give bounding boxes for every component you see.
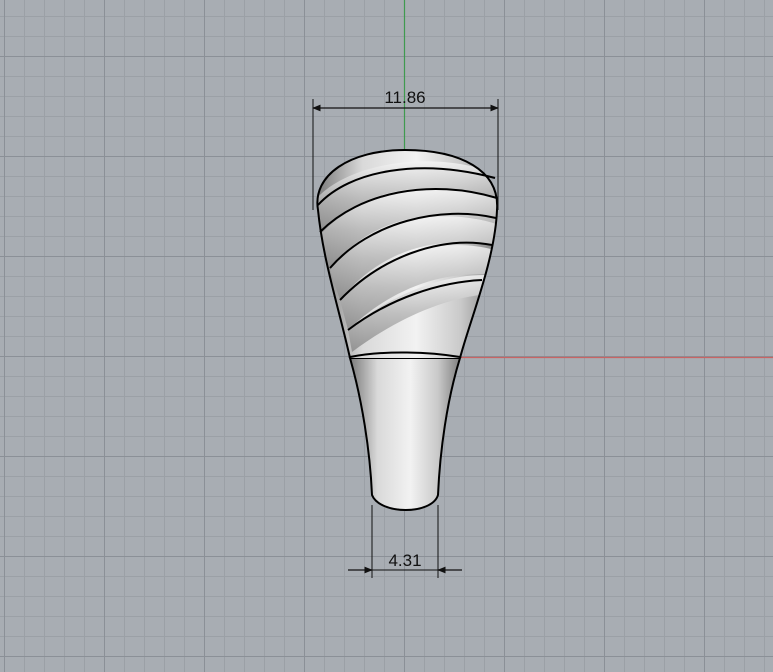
ring-shank-body[interactable] bbox=[348, 357, 462, 511]
dimension-top-label: 11.86 bbox=[384, 88, 425, 107]
ring-head[interactable] bbox=[315, 148, 500, 359]
viewport-canvas[interactable]: 11.86 4.31 bbox=[0, 0, 773, 672]
cad-viewport-front[interactable]: 11.86 4.31 bbox=[0, 0, 773, 672]
dimension-bottom-label: 4.31 bbox=[388, 551, 421, 570]
dimension-bottom-width[interactable]: 4.31 bbox=[348, 505, 462, 578]
